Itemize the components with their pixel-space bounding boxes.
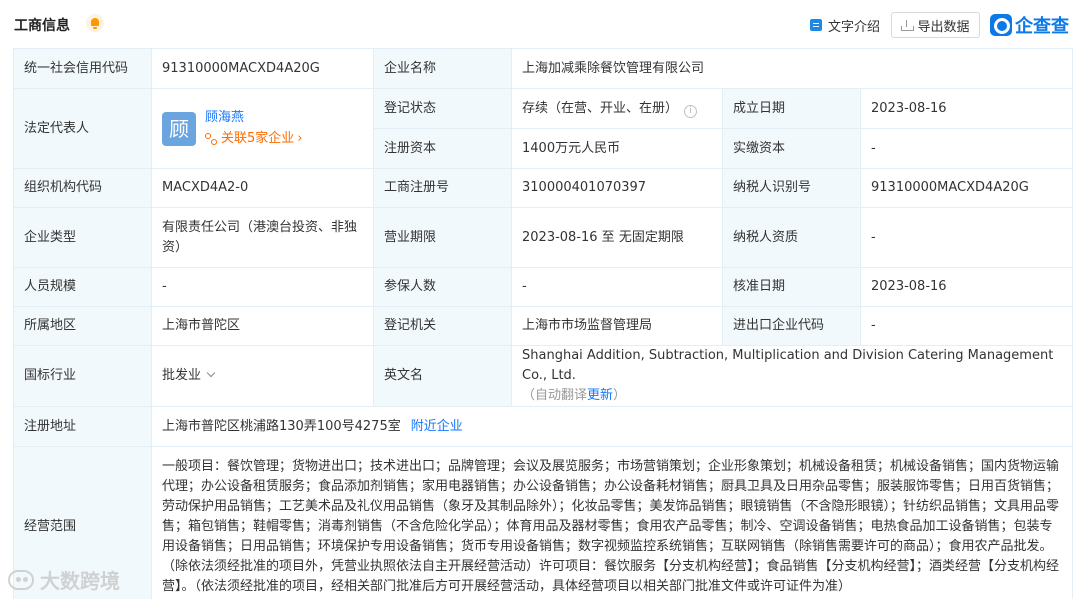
biz-reg-no-label: 工商注册号	[373, 168, 512, 208]
table-row: 企业类型 有限责任公司（港澳台投资、非独资） 营业期限 2023-08-16 至…	[13, 207, 1073, 268]
taxpayer-qual-label: 纳税人资质	[722, 207, 861, 268]
table-row: 国标行业 批发业 英文名 Shanghai Addition, Subtract…	[13, 345, 1073, 407]
address-value: 上海市普陀区桃浦路130弄100号4275室	[162, 418, 401, 434]
document-icon	[810, 19, 822, 31]
nearby-companies-link[interactable]: 附近企业	[411, 419, 463, 434]
table-row: 注册地址 上海市普陀区桃浦路130弄100号4275室 附近企业	[13, 406, 1073, 447]
company-name-value: 上海加减乘除餐饮管理有限公司	[511, 48, 1073, 89]
industry-value: 批发业	[162, 368, 202, 383]
taxpayer-id-label: 纳税人识别号	[722, 168, 861, 208]
legal-rep-label: 法定代表人	[13, 88, 152, 169]
related-companies-link[interactable]: 关联5家企业 ›	[205, 129, 302, 149]
company-type-value: 有限责任公司（港澳台投资、非独资）	[151, 207, 374, 268]
biz-term-label: 营业期限	[373, 207, 512, 268]
company-name-label: 企业名称	[373, 48, 512, 89]
table-row: 法定代表人 顾 顾海燕 关联5家企业 › 登记状态 存续（在营、开业、在册） i …	[13, 88, 1073, 169]
credit-code-value: 91310000MACXD4A20G	[151, 48, 374, 89]
chevron-down-icon[interactable]	[206, 368, 216, 378]
scope-value: 一般项目：餐饮管理；货物进出口；技术进出口；品牌管理；会议及展览服务；市场营销策…	[151, 446, 1073, 599]
download-icon	[901, 19, 915, 31]
qichacha-logo: 企查查	[990, 12, 1069, 38]
found-date-label: 成立日期	[722, 88, 861, 129]
approval-date-label: 核准日期	[722, 267, 861, 307]
reg-status-label: 登记状态	[373, 88, 512, 129]
logo-text: 企查查	[1015, 16, 1069, 37]
biz-reg-no-value: 310000401070397	[511, 168, 723, 208]
taxpayer-qual-value: -	[860, 207, 1073, 268]
english-name-value: Shanghai Addition, Subtraction, Multipli…	[522, 348, 1054, 383]
taxpayer-id-value: 91310000MACXD4A20G	[860, 168, 1073, 208]
region-value: 上海市普陀区	[151, 306, 374, 346]
bell-icon[interactable]	[86, 14, 104, 32]
org-code-label: 组织机构代码	[13, 168, 152, 208]
staff-size-label: 人员规模	[13, 267, 152, 307]
table-row: 经营范围 一般项目：餐饮管理；货物进出口；技术进出口；品牌管理；会议及展览服务；…	[13, 446, 1073, 599]
reg-authority-value: 上海市市场监督管理局	[511, 306, 723, 346]
watermark: 大数跨境	[8, 565, 120, 594]
insured-label: 参保人数	[373, 267, 512, 307]
table-row: 统一社会信用代码 91310000MACXD4A20G 企业名称 上海加减乘除餐…	[13, 48, 1073, 89]
section-header: 工商信息 文字介绍 导出数据 企查查	[0, 0, 1080, 48]
section-title: 工商信息	[14, 18, 70, 34]
auto-translate-note-end: ）	[613, 388, 627, 403]
relation-icon	[205, 132, 217, 145]
legal-rep-name-link[interactable]: 顾海燕	[205, 109, 302, 127]
address-cell: 上海市普陀区桃浦路130弄100号4275室 附近企业	[151, 406, 1073, 447]
export-label: 导出数据	[917, 19, 970, 35]
text-intro-label: 文字介绍	[828, 19, 881, 35]
english-name-cell: Shanghai Addition, Subtraction, Multipli…	[511, 345, 1073, 407]
table-row: 所属地区 上海市普陀区 登记机关 上海市市场监督管理局 进出口企业代码 -	[13, 306, 1073, 346]
industry-label: 国标行业	[13, 345, 152, 407]
reg-authority-label: 登记机关	[373, 306, 512, 346]
region-label: 所属地区	[13, 306, 152, 346]
info-icon[interactable]: i	[684, 104, 698, 118]
org-code-value: MACXD4A2-0	[151, 168, 374, 208]
logo-mark-icon	[990, 14, 1012, 36]
found-date-value: 2023-08-16	[860, 88, 1073, 129]
staff-size-value: -	[151, 267, 374, 307]
related-companies-label: 关联5家企业	[221, 130, 295, 146]
approval-date-value: 2023-08-16	[860, 267, 1073, 307]
paid-capital-label: 实缴资本	[722, 128, 861, 169]
update-translation-link[interactable]: 更新	[587, 388, 613, 403]
address-label: 注册地址	[13, 406, 152, 447]
avatar[interactable]: 顾	[162, 111, 196, 146]
biz-term-value: 2023-08-16 至 无固定期限	[511, 207, 723, 268]
legal-rep-cell: 顾 顾海燕 关联5家企业 ›	[151, 88, 374, 169]
credit-code-label: 统一社会信用代码	[13, 48, 152, 89]
ie-code-value: -	[860, 306, 1073, 346]
text-intro-button[interactable]: 文字介绍	[810, 15, 880, 35]
watermark-logo-icon	[8, 569, 34, 590]
insured-value: -	[511, 267, 723, 307]
reg-status-value: 存续（在营、开业、在册）	[522, 100, 679, 116]
auto-translate-note: （自动翻译	[522, 388, 588, 403]
business-info-table: 统一社会信用代码 91310000MACXD4A20G 企业名称 上海加减乘除餐…	[13, 48, 1073, 599]
reg-capital-label: 注册资本	[373, 128, 512, 169]
watermark-text: 大数跨境	[40, 569, 120, 593]
reg-capital-value: 1400万元人民币	[511, 128, 723, 169]
reg-status-cell: 存续（在营、开业、在册） i	[511, 88, 723, 129]
english-name-label: 英文名	[373, 345, 512, 407]
table-row: 人员规模 - 参保人数 - 核准日期 2023-08-16	[13, 267, 1073, 307]
industry-cell[interactable]: 批发业	[151, 345, 374, 407]
ie-code-label: 进出口企业代码	[722, 306, 861, 346]
company-type-label: 企业类型	[13, 207, 152, 268]
export-button[interactable]: 导出数据	[891, 12, 980, 38]
table-row: 组织机构代码 MACXD4A2-0 工商注册号 310000401070397 …	[13, 168, 1073, 208]
chevron-right-icon: ›	[297, 130, 303, 146]
paid-capital-value: -	[860, 128, 1073, 169]
